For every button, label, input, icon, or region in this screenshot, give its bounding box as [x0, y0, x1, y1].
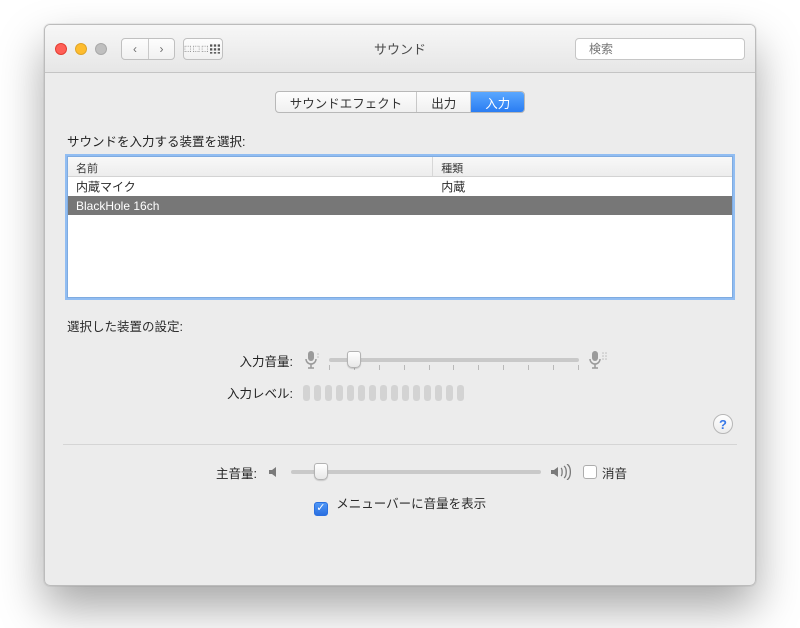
- grid-icon: ⬚⬚⬚: [184, 44, 210, 53]
- device-name: 内蔵マイク: [68, 178, 433, 195]
- checkbox-icon: [314, 502, 328, 516]
- forward-button[interactable]: ›: [148, 39, 174, 59]
- chevron-left-icon: ‹: [133, 42, 137, 56]
- device-row[interactable]: 内蔵マイク 内蔵: [68, 177, 732, 196]
- titlebar: ‹ › ⬚⬚⬚ サウンド: [45, 25, 755, 73]
- column-kind[interactable]: 種類: [433, 157, 732, 176]
- input-level-label: 入力レベル:: [67, 383, 303, 402]
- tab-sound-effects[interactable]: サウンドエフェクト: [276, 92, 417, 112]
- zoom-window-button[interactable]: [95, 43, 107, 55]
- mute-label: 消音: [602, 463, 627, 482]
- device-name: BlackHole 16ch: [68, 199, 433, 213]
- selected-device-settings-label: 選択した装置の設定:: [67, 316, 733, 335]
- input-volume-label: 入力音量:: [67, 351, 303, 370]
- input-volume-row: 入力音量:: [67, 349, 733, 371]
- input-device-list[interactable]: 名前 種類 内蔵マイク 内蔵 BlackHole 16ch: [67, 156, 733, 298]
- checkbox-icon: [583, 465, 597, 479]
- list-header: 名前 種類: [68, 157, 732, 177]
- input-level-row: 入力レベル:: [67, 383, 733, 402]
- mic-low-icon: [303, 350, 321, 370]
- show-all-button[interactable]: ⬚⬚⬚: [183, 38, 223, 60]
- divider: [63, 444, 737, 445]
- input-volume-slider[interactable]: [329, 349, 579, 371]
- mic-high-icon: [587, 350, 609, 370]
- master-volume-label: 主音量:: [67, 463, 267, 482]
- slider-knob[interactable]: [314, 463, 328, 480]
- speaker-high-icon: [549, 464, 571, 480]
- window-controls: [55, 43, 107, 55]
- tab-input[interactable]: 入力: [470, 92, 524, 112]
- slider-knob[interactable]: [347, 351, 361, 368]
- search-field[interactable]: [575, 38, 745, 60]
- tab-group: サウンドエフェクト 出力 入力: [275, 91, 526, 113]
- minimize-window-button[interactable]: [75, 43, 87, 55]
- device-row[interactable]: BlackHole 16ch: [68, 196, 732, 215]
- master-volume-slider[interactable]: [291, 461, 541, 483]
- select-input-device-label: サウンドを入力する装置を選択:: [67, 131, 733, 150]
- show-volume-in-menubar-checkbox[interactable]: メニューバーに音量を表示: [314, 493, 486, 516]
- pane-body: サウンドエフェクト 出力 入力 サウンドを入力する装置を選択: 名前 種類 内蔵…: [45, 73, 755, 530]
- show-volume-in-menubar-row: メニューバーに音量を表示: [67, 493, 733, 516]
- column-name[interactable]: 名前: [68, 157, 433, 176]
- mute-checkbox[interactable]: 消音: [583, 463, 627, 482]
- nav-back-forward: ‹ ›: [121, 38, 175, 60]
- preferences-window: ‹ › ⬚⬚⬚ サウンド サウンドエフェクト 出力 入力: [44, 24, 756, 586]
- close-window-button[interactable]: [55, 43, 67, 55]
- chevron-right-icon: ›: [160, 42, 164, 56]
- speaker-low-icon: [267, 464, 283, 480]
- back-button[interactable]: ‹: [122, 39, 148, 59]
- device-settings: 入力音量:: [67, 349, 733, 434]
- grid-icon: [210, 43, 222, 55]
- tab-output[interactable]: 出力: [416, 92, 470, 112]
- search-input[interactable]: [587, 41, 746, 57]
- input-level-meter: [303, 385, 464, 401]
- tabs: サウンドエフェクト 出力 入力: [67, 91, 733, 113]
- show-volume-in-menubar-label: メニューバーに音量を表示: [336, 497, 486, 511]
- device-kind: 内蔵: [433, 178, 732, 195]
- help-button[interactable]: ?: [713, 414, 733, 434]
- master-volume-row: 主音量: 消音: [67, 461, 733, 483]
